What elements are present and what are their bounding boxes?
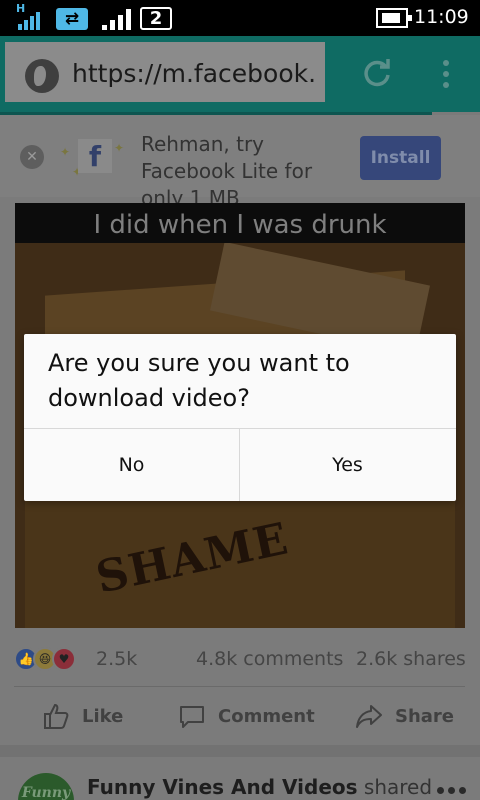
next-post-header: Funny Funny Vines And Videos shared: [0, 757, 480, 800]
signal-icon: [102, 8, 136, 30]
post-action-text: shared: [363, 775, 433, 799]
post-actions: Like Comment Share: [0, 690, 480, 742]
sim-icon: 2: [140, 7, 172, 30]
stats-divider: [14, 686, 465, 687]
facebook-logo: f: [78, 139, 112, 173]
data-sync-icon: ⇄: [56, 8, 88, 30]
signal-icon: [18, 10, 44, 30]
thumbs-up-icon: [44, 703, 69, 729]
browser-toolbar: https://m.facebook.: [0, 36, 480, 112]
post-separator: [0, 745, 480, 757]
comment-button[interactable]: Comment: [178, 690, 315, 742]
share-icon: [356, 705, 382, 728]
reload-icon[interactable]: [360, 56, 394, 90]
dialog-message: Are you sure you want to download video?: [48, 349, 350, 412]
share-button[interactable]: Share: [355, 690, 454, 742]
reaction-count[interactable]: 2.5k: [96, 648, 137, 670]
share-label: Share: [395, 705, 455, 727]
comment-label: Comment: [218, 705, 315, 727]
like-label: Like: [82, 705, 124, 727]
status-clock: 11:09: [414, 6, 469, 28]
post-stats: 👍 😆 ♥ 2.5k 4.8k comments 2.6k shares: [0, 637, 480, 681]
facebook-lite-banner: ✕ ✦ ✦ ✦ f Rehman, try Facebook Lite for …: [0, 115, 480, 210]
address-bar[interactable]: https://m.facebook.: [5, 42, 325, 102]
share-count[interactable]: 2.6k shares: [356, 648, 466, 670]
install-button[interactable]: Install: [360, 136, 441, 180]
like-button[interactable]: Like: [42, 690, 123, 742]
banner-message: Rehman, try Facebook Lite for only 1 MB: [141, 132, 313, 210]
yes-button[interactable]: Yes: [240, 429, 455, 501]
url-text[interactable]: https://m.facebook.: [72, 59, 316, 88]
video-caption: I did when I was drunk: [15, 203, 465, 243]
comment-icon: [180, 706, 204, 728]
page-avatar[interactable]: Funny: [18, 773, 74, 800]
globe-icon: [25, 59, 59, 93]
battery-charging-icon: [376, 8, 412, 28]
comment-count[interactable]: 4.8k comments: [196, 648, 343, 670]
overflow-menu-icon[interactable]: [436, 56, 456, 92]
love-reaction-icon: ♥: [52, 647, 76, 671]
next-post-title: Funny Vines And Videos shared: [87, 775, 432, 799]
status-bar: H ⇄ 2 11:09: [0, 0, 480, 36]
page-name-link[interactable]: Funny Vines And Videos: [87, 775, 358, 799]
download-confirm-dialog: Are you sure you want to download video?…: [24, 334, 456, 501]
sparkle-icon: ✦: [60, 145, 71, 159]
close-icon[interactable]: ✕: [20, 145, 44, 169]
no-button[interactable]: No: [24, 429, 239, 501]
sparkle-icon: ✦: [114, 141, 125, 155]
more-options-icon[interactable]: [437, 787, 467, 795]
reactions-icons[interactable]: 👍 😆 ♥: [14, 647, 90, 673]
